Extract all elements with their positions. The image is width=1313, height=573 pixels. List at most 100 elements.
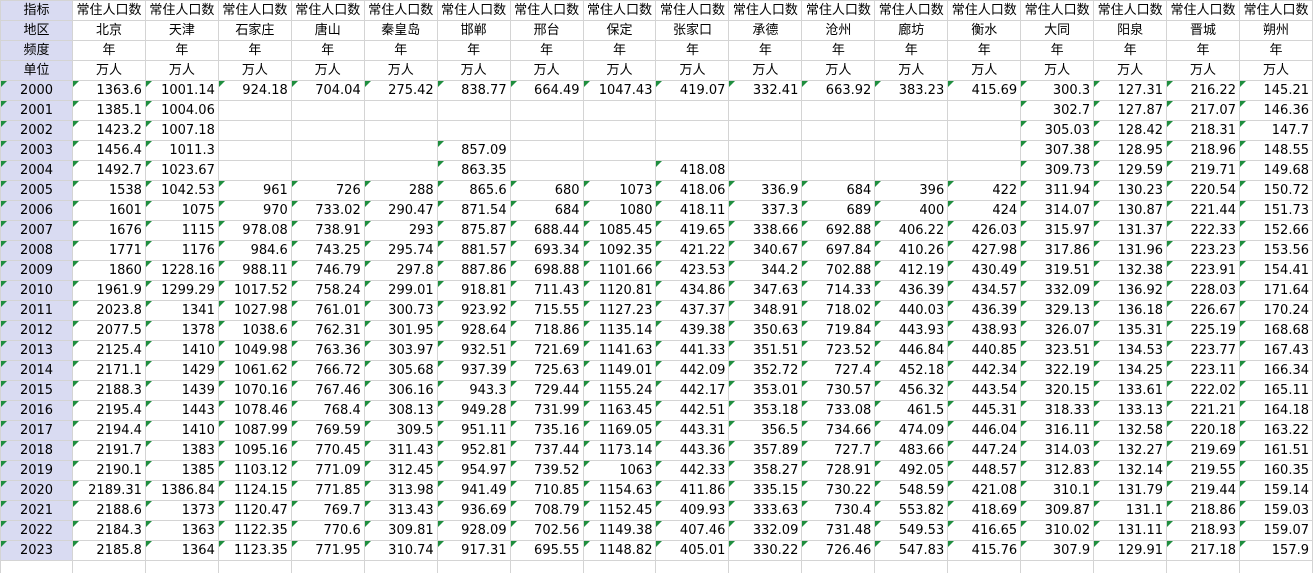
value-cell[interactable]: 309.87 bbox=[1020, 500, 1095, 521]
value-cell[interactable]: 445.31 bbox=[947, 400, 1022, 421]
value-cell[interactable]: 352.72 bbox=[728, 360, 803, 381]
value-cell[interactable]: 443.54 bbox=[947, 380, 1022, 401]
value-cell[interactable]: 698.88 bbox=[509, 260, 584, 281]
empty-cell[interactable] bbox=[509, 560, 584, 573]
year-cell[interactable]: 2014 bbox=[0, 360, 73, 381]
value-cell[interactable] bbox=[947, 120, 1022, 141]
value-cell[interactable]: 436.39 bbox=[874, 280, 949, 301]
unit-cell[interactable]: 万人 bbox=[801, 60, 876, 81]
value-cell[interactable]: 702.88 bbox=[801, 260, 876, 281]
value-cell[interactable]: 549.53 bbox=[874, 520, 949, 541]
frequency-cell[interactable]: 年 bbox=[71, 40, 146, 61]
value-cell[interactable]: 448.57 bbox=[947, 460, 1022, 481]
value-cell[interactable] bbox=[801, 100, 876, 121]
value-cell[interactable]: 418.11 bbox=[655, 200, 730, 221]
value-cell[interactable] bbox=[363, 160, 438, 181]
indicator-cell[interactable]: 常住人口数 bbox=[509, 0, 584, 21]
value-cell[interactable]: 684 bbox=[801, 180, 876, 201]
value-cell[interactable]: 335.15 bbox=[728, 480, 803, 501]
value-cell[interactable]: 2190.1 bbox=[71, 460, 146, 481]
region-cell[interactable]: 邯郸 bbox=[436, 20, 511, 41]
value-cell[interactable]: 1122.35 bbox=[217, 520, 292, 541]
region-cell[interactable]: 承德 bbox=[728, 20, 803, 41]
value-cell[interactable]: 917.31 bbox=[436, 540, 511, 561]
value-cell[interactable]: 406.22 bbox=[874, 220, 949, 241]
value-cell[interactable]: 924.18 bbox=[217, 80, 292, 101]
value-cell[interactable]: 293 bbox=[363, 220, 438, 241]
value-cell[interactable]: 1771 bbox=[71, 240, 146, 261]
value-cell[interactable]: 2195.4 bbox=[71, 400, 146, 421]
indicator-cell[interactable]: 常住人口数 bbox=[1020, 0, 1095, 21]
value-cell[interactable]: 767.46 bbox=[290, 380, 365, 401]
value-cell[interactable]: 728.91 bbox=[801, 460, 876, 481]
value-cell[interactable] bbox=[436, 100, 511, 121]
value-cell[interactable]: 1127.23 bbox=[582, 300, 657, 321]
value-cell[interactable]: 442.09 bbox=[655, 360, 730, 381]
value-cell[interactable]: 2184.3 bbox=[71, 520, 146, 541]
value-cell[interactable]: 865.6 bbox=[436, 180, 511, 201]
value-cell[interactable]: 332.09 bbox=[728, 520, 803, 541]
value-cell[interactable] bbox=[947, 100, 1022, 121]
unit-cell[interactable]: 万人 bbox=[1166, 60, 1240, 81]
value-cell[interactable]: 442.17 bbox=[655, 380, 730, 401]
year-cell[interactable]: 2020 bbox=[0, 480, 73, 501]
value-cell[interactable]: 928.64 bbox=[436, 320, 511, 341]
value-cell[interactable]: 358.27 bbox=[728, 460, 803, 481]
value-cell[interactable]: 434.57 bbox=[947, 280, 1022, 301]
value-cell[interactable] bbox=[801, 140, 876, 161]
value-cell[interactable]: 159.03 bbox=[1238, 500, 1313, 521]
year-cell[interactable]: 2009 bbox=[0, 260, 73, 281]
value-cell[interactable]: 337.3 bbox=[728, 200, 803, 221]
value-cell[interactable]: 1120.47 bbox=[217, 500, 292, 521]
value-cell[interactable] bbox=[290, 160, 365, 181]
value-cell[interactable]: 704.04 bbox=[290, 80, 365, 101]
value-cell[interactable]: 300.3 bbox=[1020, 80, 1095, 101]
row-label-unit[interactable]: 单位 bbox=[0, 60, 73, 81]
value-cell[interactable]: 221.21 bbox=[1166, 400, 1240, 421]
value-cell[interactable]: 223.11 bbox=[1166, 360, 1240, 381]
value-cell[interactable]: 147.7 bbox=[1238, 120, 1313, 141]
value-cell[interactable]: 923.92 bbox=[436, 300, 511, 321]
value-cell[interactable]: 135.31 bbox=[1093, 320, 1168, 341]
value-cell[interactable]: 290.47 bbox=[363, 200, 438, 221]
value-cell[interactable]: 427.98 bbox=[947, 240, 1022, 261]
year-cell[interactable]: 2002 bbox=[0, 120, 73, 141]
value-cell[interactable]: 222.33 bbox=[1166, 220, 1240, 241]
value-cell[interactable]: 887.86 bbox=[436, 260, 511, 281]
value-cell[interactable]: 131.79 bbox=[1093, 480, 1168, 501]
value-cell[interactable]: 223.91 bbox=[1166, 260, 1240, 281]
year-cell[interactable]: 2018 bbox=[0, 440, 73, 461]
value-cell[interactable]: 340.67 bbox=[728, 240, 803, 261]
value-cell[interactable]: 474.09 bbox=[874, 420, 949, 441]
value-cell[interactable]: 1443 bbox=[144, 400, 219, 421]
value-cell[interactable]: 357.89 bbox=[728, 440, 803, 461]
value-cell[interactable]: 127.87 bbox=[1093, 100, 1168, 121]
value-cell[interactable]: 133.13 bbox=[1093, 400, 1168, 421]
value-cell[interactable]: 684 bbox=[509, 200, 584, 221]
indicator-cell[interactable]: 常住人口数 bbox=[1238, 0, 1313, 21]
value-cell[interactable]: 1439 bbox=[144, 380, 219, 401]
value-cell[interactable]: 311.94 bbox=[1020, 180, 1095, 201]
empty-cell[interactable] bbox=[71, 560, 146, 573]
value-cell[interactable]: 217.18 bbox=[1166, 540, 1240, 561]
unit-cell[interactable]: 万人 bbox=[363, 60, 438, 81]
value-cell[interactable]: 310.02 bbox=[1020, 520, 1095, 541]
value-cell[interactable]: 730.4 bbox=[801, 500, 876, 521]
unit-cell[interactable]: 万人 bbox=[1020, 60, 1095, 81]
frequency-cell[interactable]: 年 bbox=[1020, 40, 1095, 61]
region-cell[interactable]: 天津 bbox=[144, 20, 219, 41]
row-label-frequency[interactable]: 频度 bbox=[0, 40, 73, 61]
value-cell[interactable]: 1047.43 bbox=[582, 80, 657, 101]
value-cell[interactable]: 223.77 bbox=[1166, 340, 1240, 361]
value-cell[interactable]: 729.44 bbox=[509, 380, 584, 401]
value-cell[interactable]: 430.49 bbox=[947, 260, 1022, 281]
value-cell[interactable]: 314.03 bbox=[1020, 440, 1095, 461]
value-cell[interactable]: 733.08 bbox=[801, 400, 876, 421]
value-cell[interactable]: 1676 bbox=[71, 220, 146, 241]
value-cell[interactable]: 932.51 bbox=[436, 340, 511, 361]
value-cell[interactable]: 164.18 bbox=[1238, 400, 1313, 421]
value-cell[interactable]: 693.34 bbox=[509, 240, 584, 261]
value-cell[interactable]: 218.93 bbox=[1166, 520, 1240, 541]
value-cell[interactable]: 727.7 bbox=[801, 440, 876, 461]
value-cell[interactable]: 771.85 bbox=[290, 480, 365, 501]
